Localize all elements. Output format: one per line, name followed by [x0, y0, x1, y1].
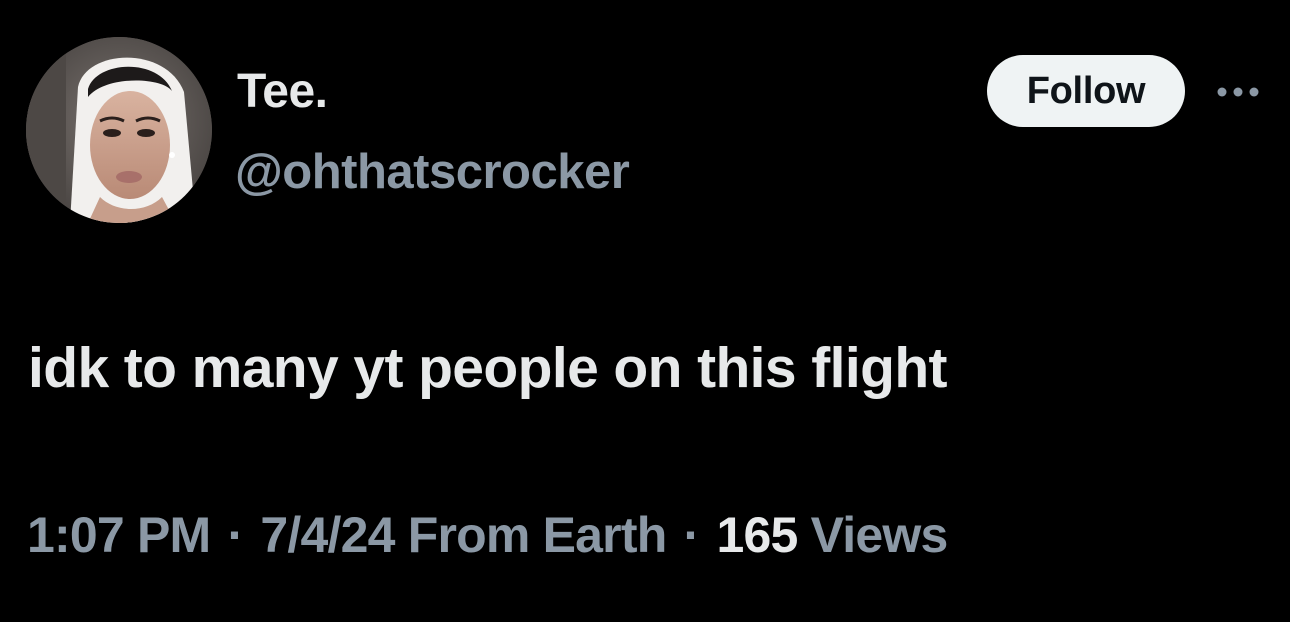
tweet-meta: 1:07 PM · 7/4/24 From Earth · 165 Views — [27, 500, 949, 570]
tweet-card: Tee. @ohthatscrocker Follow idk to many … — [0, 0, 1290, 622]
tweet-source: From Earth — [407, 507, 668, 563]
tweet-date[interactable]: 7/4/24 — [260, 507, 395, 563]
more-options-button[interactable] — [1208, 72, 1268, 112]
views-label: Views — [810, 507, 949, 563]
more-horizontal-icon — [1217, 87, 1259, 97]
tweet-time[interactable]: 1:07 PM — [27, 507, 211, 563]
avatar[interactable] — [26, 37, 212, 223]
views-count: 165 — [716, 507, 798, 563]
meta-separator: · — [227, 507, 244, 563]
display-name[interactable]: Tee. — [237, 62, 328, 122]
follow-button[interactable]: Follow — [987, 55, 1185, 127]
profile-photo-icon — [26, 37, 212, 223]
tweet-text: idk to many yt people on this flight — [28, 336, 948, 400]
meta-separator: · — [683, 507, 701, 563]
user-handle[interactable]: @ohthatscrocker — [235, 142, 630, 202]
